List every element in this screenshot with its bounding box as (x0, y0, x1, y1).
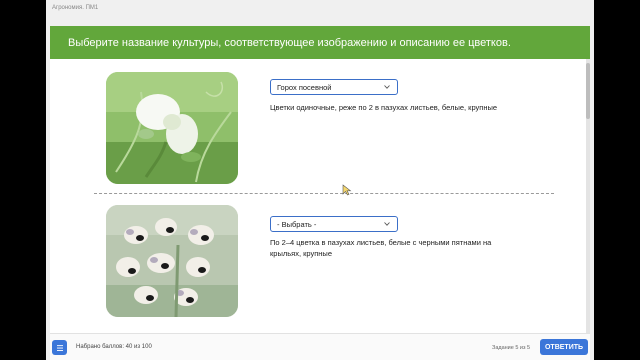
flower-description-2: По 2–4 цветка в пазухах листьев, белые с… (270, 238, 492, 258)
mouse-cursor-icon (342, 184, 352, 196)
crop-select-1[interactable]: Горох посевной (270, 79, 398, 95)
instruction-banner: Выберите название культуры, соответствую… (50, 26, 590, 59)
quiz-window: Агрономия. ПМ1 Выберите название культур… (46, 0, 594, 360)
pea-flower-photo (106, 72, 238, 184)
breadcrumb: Агрономия. ПМ1 (52, 5, 99, 11)
score-label: Набрано баллов: 40 из 100 (76, 344, 152, 350)
flower-description-1: Цветки одиночные, реже по 2 в пазухах ли… (270, 103, 498, 112)
list-icon (56, 344, 63, 351)
crop-select-2-value: - Выбрать - (277, 219, 317, 229)
scrollbar-thumb[interactable] (586, 63, 590, 119)
chevron-down-icon (384, 222, 390, 226)
task-counter: Задание 5 из 5 (492, 345, 531, 351)
crop-select-1-value: Горох посевной (277, 82, 332, 92)
question-content: Горох посевной Цветки одиночные, реже по… (50, 59, 586, 333)
footer-bar: Набрано баллов: 40 из 100 Задание 5 из 5… (50, 333, 590, 360)
item-divider (94, 193, 554, 194)
broad-bean-flower-photo (106, 205, 238, 317)
chevron-down-icon (384, 85, 390, 89)
instruction-text: Выберите название культуры, соответствую… (68, 36, 511, 49)
answer-button[interactable]: ОТВЕТИТЬ (540, 339, 588, 355)
crop-select-2[interactable]: - Выбрать - (270, 216, 398, 232)
content-scrollbar[interactable] (586, 59, 590, 333)
task-list-button[interactable] (52, 340, 67, 355)
